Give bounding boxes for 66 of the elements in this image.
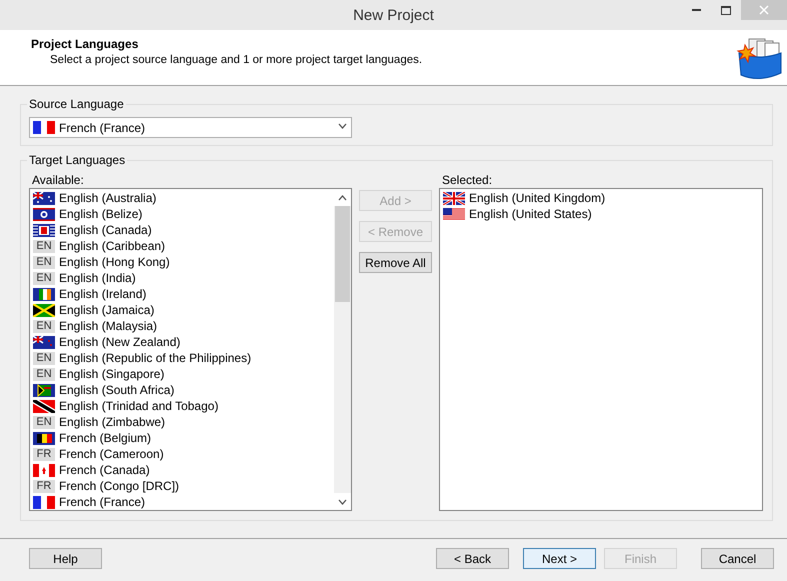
flag-icon [33, 464, 55, 476]
maximize-icon [721, 6, 731, 14]
minimize-icon [692, 9, 700, 11]
list-label: Selected: [441, 173, 494, 188]
group-label: Target Languages [27, 153, 128, 167]
scroll-down-icon [338, 498, 347, 504]
list-item[interactable]: EN English (Zimbabwe) [31, 414, 334, 430]
flag-icon [33, 208, 55, 220]
flag-icon [33, 432, 55, 444]
language-code: FR [33, 448, 55, 460]
language-dropdown[interactable]: French (France) [29, 117, 352, 138]
flag-icon [33, 384, 55, 396]
flag-icon [443, 192, 465, 204]
flag-icon [33, 496, 55, 508]
list-item[interactable]: English (Jamaica) [31, 302, 334, 318]
list-item[interactable]: English (New Zealand) [31, 334, 334, 350]
list-item[interactable]: EN English (Caribbean) [31, 238, 334, 254]
list-item[interactable]: English (United Kingdom) [441, 190, 762, 206]
scroll-up-icon [338, 194, 347, 200]
list-item[interactable]: English (Ireland) [31, 286, 334, 302]
dropdown-value: French (France) [59, 120, 146, 134]
list-item[interactable]: French (France) [31, 494, 334, 510]
list-item[interactable]: English (Australia) [31, 190, 334, 206]
flag-icon [33, 192, 55, 204]
flag-icon [33, 304, 55, 316]
page-subtitle: Select a project source language and 1 or more project target languages. [49, 54, 422, 66]
flag-icon [443, 208, 465, 220]
language-code: EN [33, 256, 55, 268]
list-item[interactable]: EN English (India) [31, 270, 334, 286]
list-label: Available: [31, 173, 85, 188]
language-code: EN [33, 272, 55, 284]
language-code: FR [33, 480, 55, 492]
list-item[interactable]: English (Canada) [31, 222, 334, 238]
list-item[interactable]: English (United States) [441, 206, 762, 222]
language-code: EN [33, 368, 55, 380]
footer-button[interactable]: < Back [436, 548, 509, 569]
flag-icon [33, 121, 55, 134]
project-box-icon [735, 37, 783, 81]
group-label: Source Language [27, 97, 126, 111]
list-item[interactable]: English (Belize) [31, 206, 334, 222]
list-item[interactable]: FR French (Cameroon) [31, 446, 334, 462]
flag-icon [33, 336, 55, 348]
language-code: EN [33, 352, 55, 364]
list-item[interactable]: French (Canada) [31, 462, 334, 478]
scroll-thumb[interactable] [335, 206, 350, 302]
list-item[interactable]: EN English (Republic of the Philippines) [31, 350, 334, 366]
caret-icon [338, 123, 347, 129]
list-item[interactable]: EN English (Hong Kong) [31, 254, 334, 270]
page-title: Project Languages [31, 37, 140, 51]
list-item[interactable]: FR French (Congo [DRC]) [31, 478, 334, 494]
help-button[interactable]: Help [29, 548, 102, 569]
window-title: New Project [353, 6, 434, 24]
close-icon [759, 5, 769, 15]
list-item[interactable]: English (South Africa) [31, 382, 334, 398]
action-button[interactable]: Remove All [359, 252, 432, 273]
list-item[interactable]: EN English (Malaysia) [31, 318, 334, 334]
language-code: EN [33, 416, 55, 428]
flag-icon [33, 224, 55, 236]
language-code: EN [33, 320, 55, 332]
footer-button[interactable]: Cancel [701, 548, 774, 569]
language-code: EN [33, 240, 55, 252]
flag-icon [33, 400, 55, 412]
flag-icon [33, 288, 55, 300]
footer-button[interactable]: Next > [523, 548, 596, 569]
list-item[interactable]: EN English (Singapore) [31, 366, 334, 382]
list-item[interactable]: French (Belgium) [31, 430, 334, 446]
